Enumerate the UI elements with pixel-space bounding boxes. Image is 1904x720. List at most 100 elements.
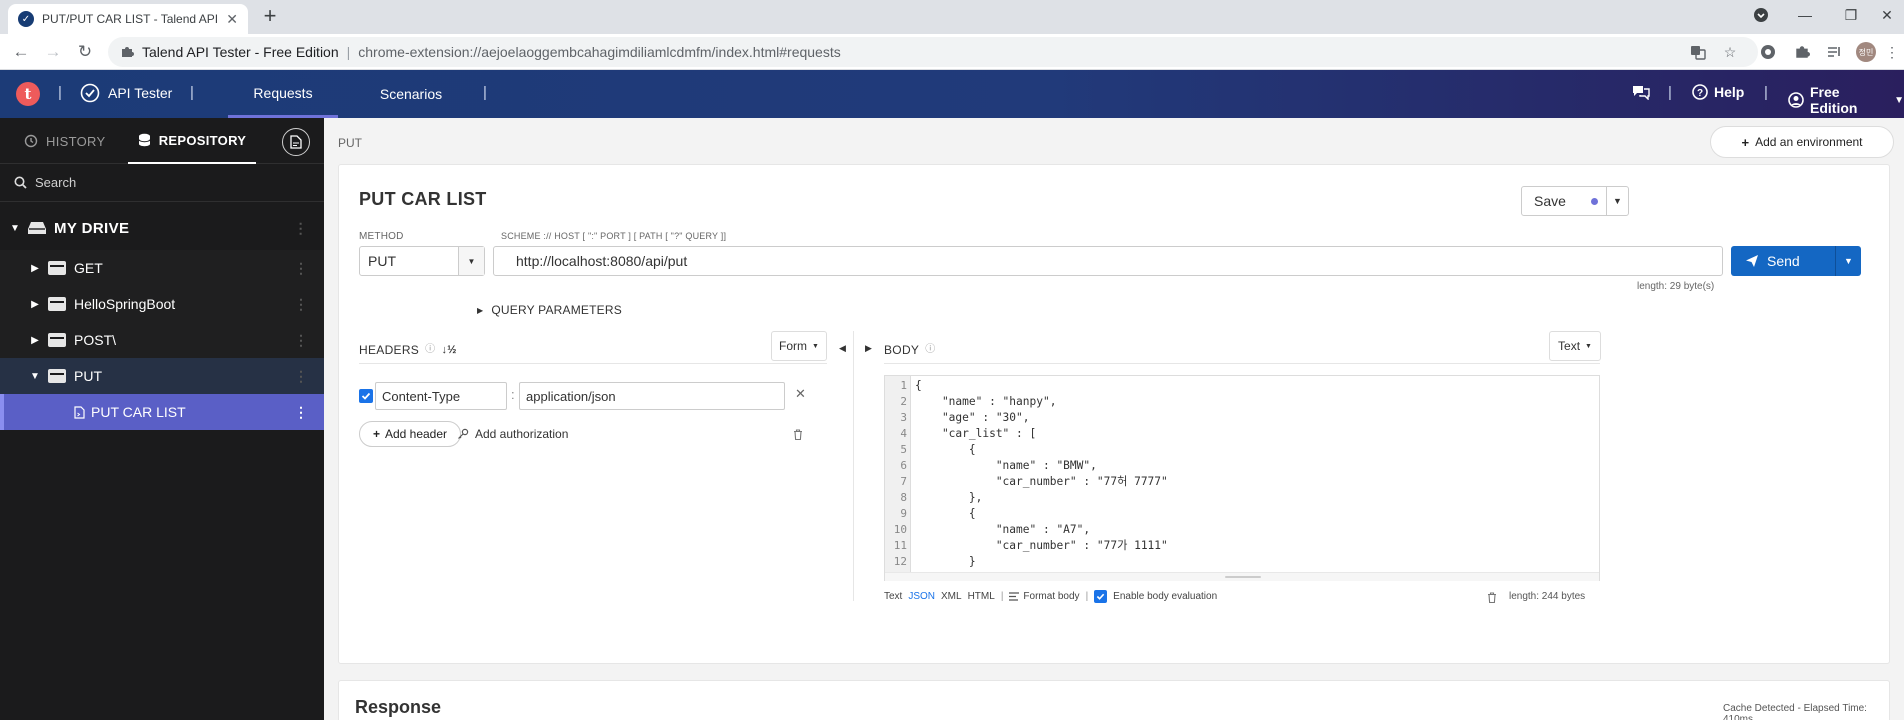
tree-folder-label: HelloSpringBoot <box>74 296 176 312</box>
code-line: }, <box>915 491 983 504</box>
panel-divider[interactable] <box>853 331 854 601</box>
format-xml[interactable]: XML <box>941 591 962 602</box>
info-icon[interactable]: ⓘ <box>425 340 435 355</box>
remove-header-icon[interactable]: ✕ <box>795 386 806 402</box>
more-options-icon[interactable]: ⋮ <box>294 296 308 313</box>
tree-folder-hellospringboot[interactable]: ▶ HelloSpringBoot ⋮ <box>0 286 324 322</box>
query-parameters-toggle[interactable]: ▶ QUERY PARAMETERS <box>477 303 622 317</box>
format-text[interactable]: Text <box>884 591 902 602</box>
send-dropdown-icon[interactable]: ▼ <box>1835 246 1861 276</box>
new-file-icon[interactable] <box>282 128 310 156</box>
chevron-down-icon: ▼ <box>812 342 819 350</box>
more-options-icon[interactable]: ⋮ <box>294 220 308 237</box>
folder-icon <box>48 297 66 311</box>
caret-down-icon: ▼ <box>10 222 21 234</box>
collapse-left-icon[interactable]: ◀ <box>839 343 846 354</box>
help-link[interactable]: ? Help <box>1692 84 1744 100</box>
sort-icon[interactable]: ↓½ <box>441 344 456 356</box>
edition-label: Free Edition <box>1810 84 1858 116</box>
more-options-icon[interactable]: ⋮ <box>294 332 308 349</box>
extensions-icon[interactable] <box>1792 42 1812 62</box>
tab-history[interactable]: HISTORY <box>24 118 105 164</box>
close-window-icon[interactable]: ✕ <box>1870 0 1904 30</box>
sidebar-search[interactable]: Search <box>0 164 324 202</box>
tree-root-my-drive[interactable]: ▼ MY DRIVE ⋮ <box>0 210 324 246</box>
header-name-input[interactable] <box>375 382 507 410</box>
add-authorization-link[interactable]: Add authorization <box>457 427 568 441</box>
header-enabled-checkbox[interactable] <box>359 389 373 403</box>
info-icon[interactable]: ⓘ <box>925 340 935 355</box>
edition-menu[interactable]: Free Edition ▼ <box>1788 84 1904 116</box>
tree-folder-get[interactable]: ▶ GET ⋮ <box>0 250 324 286</box>
more-options-icon[interactable]: ⋮ <box>294 260 308 277</box>
header-separator: | <box>58 84 62 101</box>
save-label: Save <box>1534 193 1566 209</box>
tab-search-icon[interactable] <box>1738 0 1784 30</box>
line-number: 6 <box>900 459 907 472</box>
tree-folder-put[interactable]: ▼ PUT ⋮ <box>0 358 324 394</box>
collapse-right-icon[interactable]: ▶ <box>865 343 872 354</box>
tree-folder-post[interactable]: ▶ POST\ ⋮ <box>0 322 324 358</box>
restore-icon[interactable]: ❐ <box>1828 0 1874 30</box>
bookmark-star-icon[interactable]: ☆ <box>1720 42 1740 62</box>
tab-repository[interactable]: REPOSITORY <box>128 118 256 164</box>
address-bar[interactable]: Talend API Tester - Free Edition | chrom… <box>108 37 1758 67</box>
code-line: "car_number" : "77가 1111" <box>915 539 1168 552</box>
body-editor[interactable]: 1 2 3 4 5 6 7 8 9 10 11 12 13 { "name" :… <box>884 375 1600 581</box>
breadcrumb[interactable]: PUT <box>338 136 362 150</box>
line-number: 12 <box>893 555 907 568</box>
format-body-label: Format body <box>1023 591 1080 602</box>
new-tab-icon[interactable]: + <box>258 5 282 29</box>
extension-globe-icon[interactable] <box>1758 42 1778 62</box>
tab-scenarios[interactable]: Scenarios <box>356 70 466 118</box>
tab-requests[interactable]: Requests <box>228 70 338 118</box>
save-dropdown-icon[interactable]: ▼ <box>1606 187 1628 215</box>
add-authorization-label: Add authorization <box>475 427 569 441</box>
format-json[interactable]: JSON <box>908 591 935 602</box>
format-body-button[interactable]: Format body <box>1009 591 1080 602</box>
more-options-icon[interactable]: ⋮ <box>294 404 308 421</box>
add-header-button[interactable]: + Add header <box>359 421 461 447</box>
minimize-icon[interactable]: — <box>1782 0 1828 30</box>
browser-menu-icon[interactable]: ⋮ <box>1882 42 1902 62</box>
extension-puzzle-icon <box>120 45 134 59</box>
more-options-icon[interactable]: ⋮ <box>294 368 308 385</box>
method-select[interactable]: PUT ▼ <box>359 246 485 276</box>
request-title[interactable]: PUT CAR LIST <box>359 189 487 210</box>
code-line: { <box>915 507 976 520</box>
caret-right-icon: ▶ <box>477 305 484 315</box>
send-button[interactable]: Send ▼ <box>1731 246 1861 276</box>
app-name[interactable]: API Tester <box>80 83 172 103</box>
drive-icon <box>28 221 46 235</box>
form-toggle-button[interactable]: Form ▼ <box>771 331 827 361</box>
add-environment-button[interactable]: + Add an environment <box>1710 126 1894 158</box>
close-tab-icon[interactable]: ✕ <box>226 11 238 28</box>
align-left-icon <box>1009 592 1020 601</box>
talend-favicon-icon: ✓ <box>18 11 34 27</box>
forward-icon[interactable]: → <box>40 40 66 64</box>
url-text: chrome-extension://aejoelaoggembcahagimd… <box>358 44 841 60</box>
form-label: Form <box>779 339 808 353</box>
body-type-button[interactable]: Text ▼ <box>1549 331 1601 361</box>
trash-icon[interactable] <box>1487 592 1497 603</box>
browser-tab[interactable]: ✓ PUT/PUT CAR LIST - Talend API ✕ <box>8 4 248 34</box>
editor-resize-bar[interactable] <box>885 572 1599 581</box>
comments-icon[interactable] <box>1632 84 1650 100</box>
trash-icon[interactable] <box>793 429 803 440</box>
back-icon[interactable]: ← <box>8 40 34 64</box>
profile-avatar[interactable]: 정민 <box>1856 42 1876 62</box>
check-circle-icon <box>80 83 100 103</box>
response-meta: Cache Detected - Elapsed Time: 410ms <box>1723 703 1867 720</box>
enable-evaluation-checkbox[interactable] <box>1094 590 1108 603</box>
header-value-input[interactable] <box>519 382 785 410</box>
code-line: "car_list" : [ <box>915 427 1037 440</box>
url-input[interactable] <box>493 246 1723 276</box>
header-separator: | <box>1764 84 1768 101</box>
talend-logo[interactable]: t <box>16 82 40 106</box>
reading-list-icon[interactable] <box>1824 42 1844 62</box>
tree-request-put-car-list[interactable]: PUT CAR LIST ⋮ <box>0 394 324 430</box>
format-html[interactable]: HTML <box>968 591 995 602</box>
save-button[interactable]: Save ▼ <box>1521 186 1629 216</box>
reload-icon[interactable]: ↻ <box>72 40 98 64</box>
translate-icon[interactable] <box>1688 42 1708 62</box>
